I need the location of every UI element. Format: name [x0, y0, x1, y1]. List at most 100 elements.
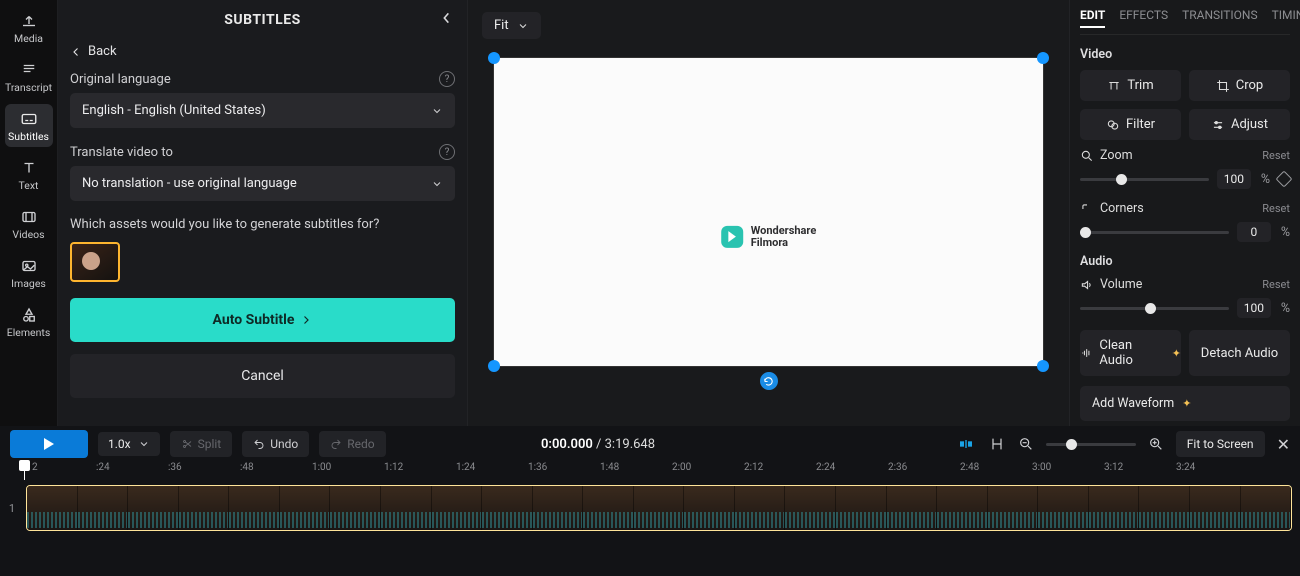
ruler-tick: 1:24: [456, 462, 528, 480]
audio-section-label: Audio: [1080, 254, 1290, 269]
chevron-down-icon: [431, 178, 443, 190]
back-button[interactable]: Back: [70, 40, 455, 67]
zoom-reset[interactable]: Reset: [1262, 149, 1290, 162]
corners-reset[interactable]: Reset: [1262, 202, 1290, 215]
preview-canvas: Fit Wondershare Filmora: [468, 0, 1070, 426]
ruler-tick: :12: [24, 462, 96, 480]
transcript-icon: [18, 61, 40, 79]
help-icon[interactable]: ?: [439, 71, 455, 87]
adjust-icon: [1211, 118, 1225, 132]
trim-button[interactable]: Trim: [1080, 70, 1181, 101]
undo-button[interactable]: Undo: [242, 431, 309, 457]
ruler-tick: :24: [96, 462, 168, 480]
panel-title: SUBTITLES: [70, 12, 455, 28]
resize-handle[interactable]: [488, 360, 500, 372]
rail-text[interactable]: Text: [5, 153, 53, 196]
zoom-out-icon[interactable]: [1018, 436, 1034, 452]
rail-label: Videos: [12, 228, 44, 241]
help-icon[interactable]: ?: [439, 144, 455, 160]
volume-slider[interactable]: [1080, 307, 1229, 310]
clean-audio-label: Clean Audio: [1099, 338, 1165, 368]
text-icon: [18, 159, 40, 177]
original-language-select[interactable]: English - English (United States): [70, 93, 455, 128]
volume-label: Volume: [1100, 277, 1142, 292]
volume-reset[interactable]: Reset: [1262, 278, 1290, 291]
resize-handle[interactable]: [1037, 360, 1049, 372]
add-waveform-button[interactable]: Add Waveform ✦: [1080, 386, 1290, 421]
rail-label: Transcript: [5, 81, 52, 94]
rail-videos[interactable]: Videos: [5, 202, 53, 245]
corners-value: 0: [1237, 222, 1271, 242]
rail-images[interactable]: Images: [5, 251, 53, 294]
rail-media[interactable]: Media: [5, 6, 53, 49]
rail-subtitles[interactable]: Subtitles: [5, 104, 53, 147]
undo-icon: [253, 438, 265, 450]
zoom-label: Zoom: [1100, 148, 1133, 163]
snap-icon[interactable]: [956, 436, 976, 452]
percent-unit: %: [1281, 301, 1290, 316]
refresh-button[interactable]: [760, 372, 778, 390]
percent-unit: %: [1281, 225, 1290, 240]
original-language-label: Original language: [70, 72, 171, 87]
ruler-tick: :48: [240, 462, 312, 480]
collapse-panel-chevron-icon[interactable]: [439, 10, 455, 26]
ruler-tick: 3:24: [1176, 462, 1248, 480]
preview-frame[interactable]: Wondershare Filmora: [494, 58, 1043, 366]
percent-unit: %: [1261, 172, 1270, 187]
timeline-zoom-slider[interactable]: [1046, 443, 1136, 446]
canvas-fit-dropdown[interactable]: Fit: [482, 12, 541, 39]
zoom-value: 100: [1217, 169, 1251, 189]
detach-audio-button[interactable]: Detach Audio: [1189, 330, 1290, 376]
zoom-slider[interactable]: [1080, 178, 1209, 181]
subtitles-panel: SUBTITLES Back Original language ? Engli…: [58, 0, 468, 426]
volume-icon: [1080, 278, 1094, 292]
play-icon: [44, 438, 54, 450]
shapes-icon: [18, 306, 40, 324]
clean-audio-button[interactable]: Clean Audio ✦: [1080, 330, 1181, 376]
left-rail: Media Transcript Subtitles Text Videos I…: [0, 0, 58, 426]
adjust-label: Adjust: [1231, 117, 1268, 132]
chevron-down-icon: [431, 105, 443, 117]
rail-transcript[interactable]: Transcript: [5, 55, 53, 98]
filter-button[interactable]: Filter: [1080, 109, 1181, 140]
fit-to-screen-button[interactable]: Fit to Screen: [1176, 431, 1265, 457]
translate-to-select[interactable]: No translation - use original language: [70, 166, 455, 201]
close-icon[interactable]: ✕: [1277, 435, 1290, 454]
fit-label: Fit to Screen: [1187, 437, 1254, 451]
ruler-tick: 1:48: [600, 462, 672, 480]
auto-subtitle-button[interactable]: Auto Subtitle: [70, 298, 455, 342]
filter-icon: [1106, 118, 1120, 132]
cancel-button[interactable]: Cancel: [70, 354, 455, 398]
image-icon: [18, 257, 40, 275]
ruler-tick: 1:36: [528, 462, 600, 480]
crop-button[interactable]: Crop: [1189, 70, 1290, 101]
playback-speed-button[interactable]: 1.0x: [98, 432, 160, 456]
play-button[interactable]: [10, 430, 88, 458]
resize-handle[interactable]: [488, 52, 500, 64]
keyframe-icon[interactable]: [1276, 171, 1293, 188]
tab-edit[interactable]: EDIT: [1080, 8, 1105, 28]
inspector-panel: EDIT EFFECTS TRANSITIONS TIMING Video Tr…: [1070, 0, 1300, 426]
ruler-tick: 1:12: [384, 462, 456, 480]
tab-effects[interactable]: EFFECTS: [1119, 8, 1168, 28]
rail-elements[interactable]: Elements: [5, 300, 53, 343]
playhead[interactable]: [24, 462, 25, 480]
tab-timing[interactable]: TIMING: [1272, 8, 1300, 28]
adjust-button[interactable]: Adjust: [1189, 109, 1290, 140]
redo-label: Redo: [347, 437, 374, 451]
zoom-in-icon[interactable]: [1148, 436, 1164, 452]
video-clip[interactable]: [26, 485, 1292, 531]
add-waveform-label: Add Waveform: [1092, 396, 1174, 411]
track-row: 1: [4, 484, 1292, 532]
wave-icon: [1080, 346, 1093, 360]
marker-icon[interactable]: [988, 436, 1006, 452]
asset-thumbnail[interactable]: [70, 242, 120, 282]
rail-label: Media: [14, 32, 43, 45]
inspector-tabs: EDIT EFFECTS TRANSITIONS TIMING: [1080, 8, 1290, 35]
corners-slider[interactable]: [1080, 231, 1229, 234]
refresh-icon: [763, 376, 774, 387]
resize-handle[interactable]: [1037, 52, 1049, 64]
timeline-ruler[interactable]: :12 :24 :36 :48 1:00 1:12 1:24 1:36 1:48…: [0, 462, 1300, 480]
sparkle-icon: ✦: [1182, 397, 1191, 410]
tab-transitions[interactable]: TRANSITIONS: [1182, 8, 1258, 28]
